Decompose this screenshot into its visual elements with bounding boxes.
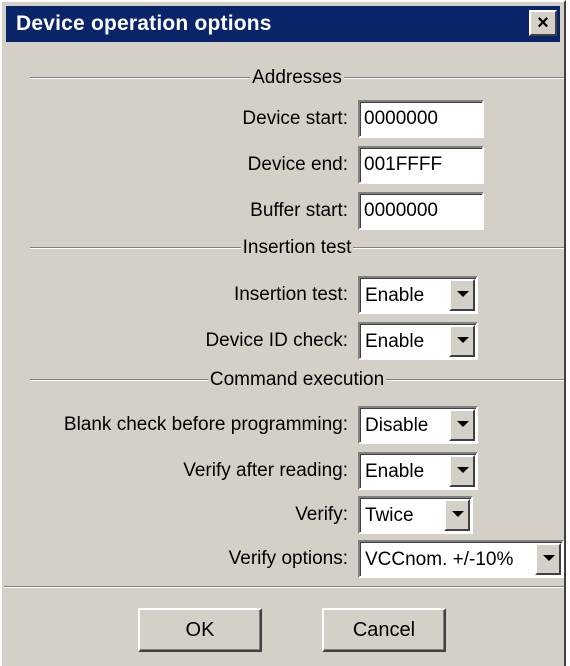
- verify-options-select[interactable]: VCCnom. +/-10%: [358, 540, 564, 578]
- verify-select[interactable]: Twice: [358, 496, 473, 534]
- verify-after-reading-value: Enable: [365, 461, 425, 482]
- chevron-down-icon[interactable]: [449, 409, 475, 441]
- verify-label: Verify:: [295, 504, 348, 525]
- chevron-down-icon[interactable]: [535, 543, 561, 575]
- section-insertion-label: Insertion test: [242, 237, 352, 258]
- device-end-label: Device end:: [247, 154, 348, 175]
- verify-after-reading-label: Verify after reading:: [183, 460, 348, 481]
- insertion-test-value: Enable: [365, 285, 425, 306]
- device-end-input[interactable]: 001FFFF: [358, 146, 484, 184]
- section-addresses-label: Addresses: [252, 67, 342, 88]
- close-icon[interactable]: ×: [529, 10, 557, 36]
- section-command-execution: Command execution: [30, 369, 565, 390]
- verify-value: Twice: [365, 505, 414, 526]
- chevron-down-icon[interactable]: [444, 499, 470, 531]
- title-bar[interactable]: Device operation options ×: [6, 6, 560, 42]
- blank-check-select[interactable]: Disable: [358, 406, 478, 444]
- chevron-down-icon[interactable]: [449, 455, 475, 487]
- device-start-input[interactable]: 0000000: [358, 100, 484, 138]
- blank-check-label: Blank check before programming:: [63, 414, 348, 435]
- cancel-button[interactable]: Cancel: [322, 608, 446, 652]
- blank-check-value: Disable: [365, 415, 429, 436]
- verify-options-value: VCCnom. +/-10%: [365, 549, 514, 570]
- device-id-check-select[interactable]: Enable: [358, 322, 478, 360]
- dialog-title: Device operation options: [16, 12, 272, 35]
- button-divider: [4, 586, 564, 588]
- buffer-start-label: Buffer start:: [250, 200, 348, 221]
- verify-after-reading-select[interactable]: Enable: [358, 452, 478, 490]
- device-id-check-label: Device ID check:: [205, 330, 348, 351]
- device-start-label: Device start:: [242, 108, 348, 129]
- chevron-down-icon[interactable]: [449, 325, 475, 357]
- chevron-down-icon[interactable]: [449, 279, 475, 311]
- buffer-start-input[interactable]: 0000000: [358, 192, 484, 230]
- insertion-test-select[interactable]: Enable: [358, 276, 478, 314]
- device-id-check-value: Enable: [365, 331, 425, 352]
- section-addresses: Addresses: [30, 67, 564, 88]
- ok-button[interactable]: OK: [138, 608, 262, 652]
- section-command-label: Command execution: [209, 369, 385, 390]
- insertion-test-label: Insertion test:: [233, 284, 348, 305]
- verify-options-label: Verify options:: [228, 548, 348, 569]
- dialog-window: Device operation options × Addresses Dev…: [0, 0, 566, 666]
- section-insertion-test: Insertion test: [30, 237, 564, 258]
